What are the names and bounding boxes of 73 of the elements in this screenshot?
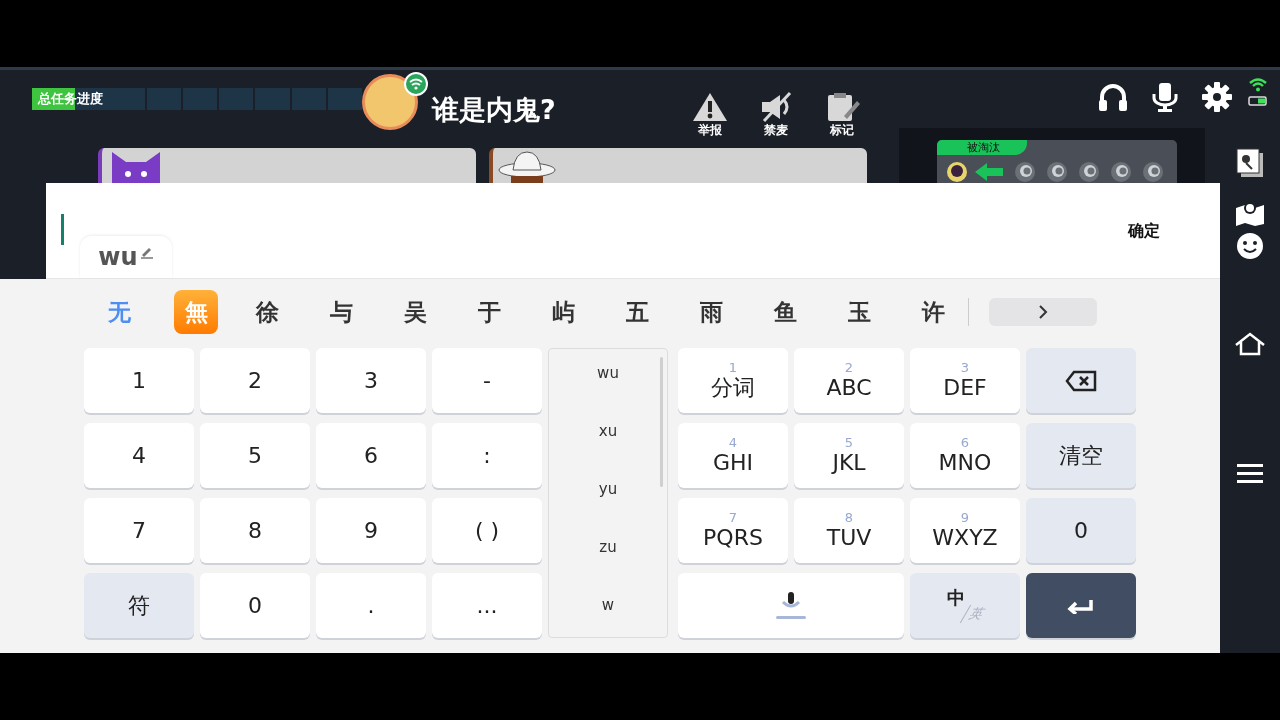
enter-icon	[1067, 597, 1095, 614]
key[interactable]: 符	[84, 573, 194, 638]
key[interactable]: 8 TUV	[794, 498, 904, 563]
key[interactable]: 6	[316, 423, 426, 488]
confirm-button[interactable]: 确定	[1128, 221, 1160, 242]
player-card[interactable]	[489, 148, 867, 184]
enter-key[interactable]	[1026, 573, 1136, 638]
key[interactable]: 清空	[1026, 423, 1136, 488]
language-switch-key[interactable]: 中 英	[910, 573, 1020, 638]
key[interactable]: 4 GHI	[678, 423, 788, 488]
avatar	[362, 74, 418, 130]
game-title: 谁是内鬼?	[432, 93, 556, 127]
candidate-word[interactable]: 玉	[840, 290, 914, 334]
battery-icon	[1248, 96, 1268, 106]
map-card-icon[interactable]	[1236, 148, 1264, 178]
home-icon[interactable]	[1234, 332, 1266, 356]
smiley-icon[interactable]	[1236, 232, 1264, 260]
warning-icon	[691, 92, 728, 122]
settings-icon[interactable]	[1202, 82, 1232, 112]
headphones-icon[interactable]	[1098, 83, 1128, 111]
pinyin-option[interactable]: w	[601, 595, 615, 615]
candidate-word[interactable]: 屿	[544, 290, 618, 334]
key[interactable]: 9	[316, 498, 426, 563]
key[interactable]: ( )	[432, 498, 542, 563]
text-input-field[interactable]: wu 确定	[46, 183, 1220, 279]
key[interactable]: 7	[84, 498, 194, 563]
key[interactable]: :	[432, 423, 542, 488]
mute-button[interactable]: 禁麦	[757, 92, 794, 139]
microphone-icon	[775, 591, 807, 620]
voice-input-key[interactable]	[678, 573, 904, 638]
key[interactable]: ...	[432, 573, 542, 638]
mark-button[interactable]: 标记	[823, 92, 860, 139]
key[interactable]: 2 ABC	[794, 348, 904, 413]
wifi-signal-icon	[1249, 78, 1267, 92]
key[interactable]: 3	[316, 348, 426, 413]
key[interactable]: 3 DEF	[910, 348, 1020, 413]
key[interactable]: 4	[84, 423, 194, 488]
key[interactable]: 8	[200, 498, 310, 563]
microphone-icon[interactable]	[1150, 82, 1180, 112]
candidate-word[interactable]: 鱼	[766, 290, 840, 334]
candidate-word[interactable]: 吴	[396, 290, 470, 334]
player-card[interactable]	[98, 148, 476, 184]
key[interactable]: 0	[1026, 498, 1136, 563]
backspace-key[interactable]	[1026, 348, 1136, 413]
key[interactable]: 5 JKL	[794, 423, 904, 488]
candidate-word[interactable]: 许	[914, 290, 988, 334]
key[interactable]: 7 PQRS	[678, 498, 788, 563]
pencil-icon	[139, 245, 154, 259]
report-button[interactable]: 举报	[691, 92, 728, 139]
eliminated-label: 被淘汰	[937, 140, 1027, 155]
composition-text: wu	[98, 243, 138, 271]
candidate-word[interactable]: 于	[470, 290, 544, 334]
candidate-word[interactable]: 五	[618, 290, 692, 334]
menu-icon[interactable]	[1237, 464, 1263, 484]
pinyin-option[interactable]: xu	[598, 421, 618, 441]
wifi-icon	[404, 72, 428, 96]
pinyin-option[interactable]: wu	[597, 363, 619, 383]
key[interactable]: 0	[200, 573, 310, 638]
pinyin-option[interactable]: yu	[598, 479, 618, 499]
pinyin-option[interactable]: zu	[599, 537, 617, 557]
key[interactable]: 2	[200, 348, 310, 413]
key[interactable]: 6 MNO	[910, 423, 1020, 488]
candidate-word[interactable]: 与	[322, 290, 396, 334]
chevron-right-icon	[1037, 304, 1049, 320]
key[interactable]: 9 WXYZ	[910, 498, 1020, 563]
backspace-icon	[1065, 369, 1097, 392]
key[interactable]: 1 分词	[678, 348, 788, 413]
key[interactable]: -	[432, 348, 542, 413]
key[interactable]: 5	[200, 423, 310, 488]
candidate-word[interactable]: 雨	[692, 290, 766, 334]
key[interactable]: .	[316, 573, 426, 638]
key[interactable]: 1	[84, 348, 194, 413]
candidate-word[interactable]: 徐	[248, 290, 322, 334]
